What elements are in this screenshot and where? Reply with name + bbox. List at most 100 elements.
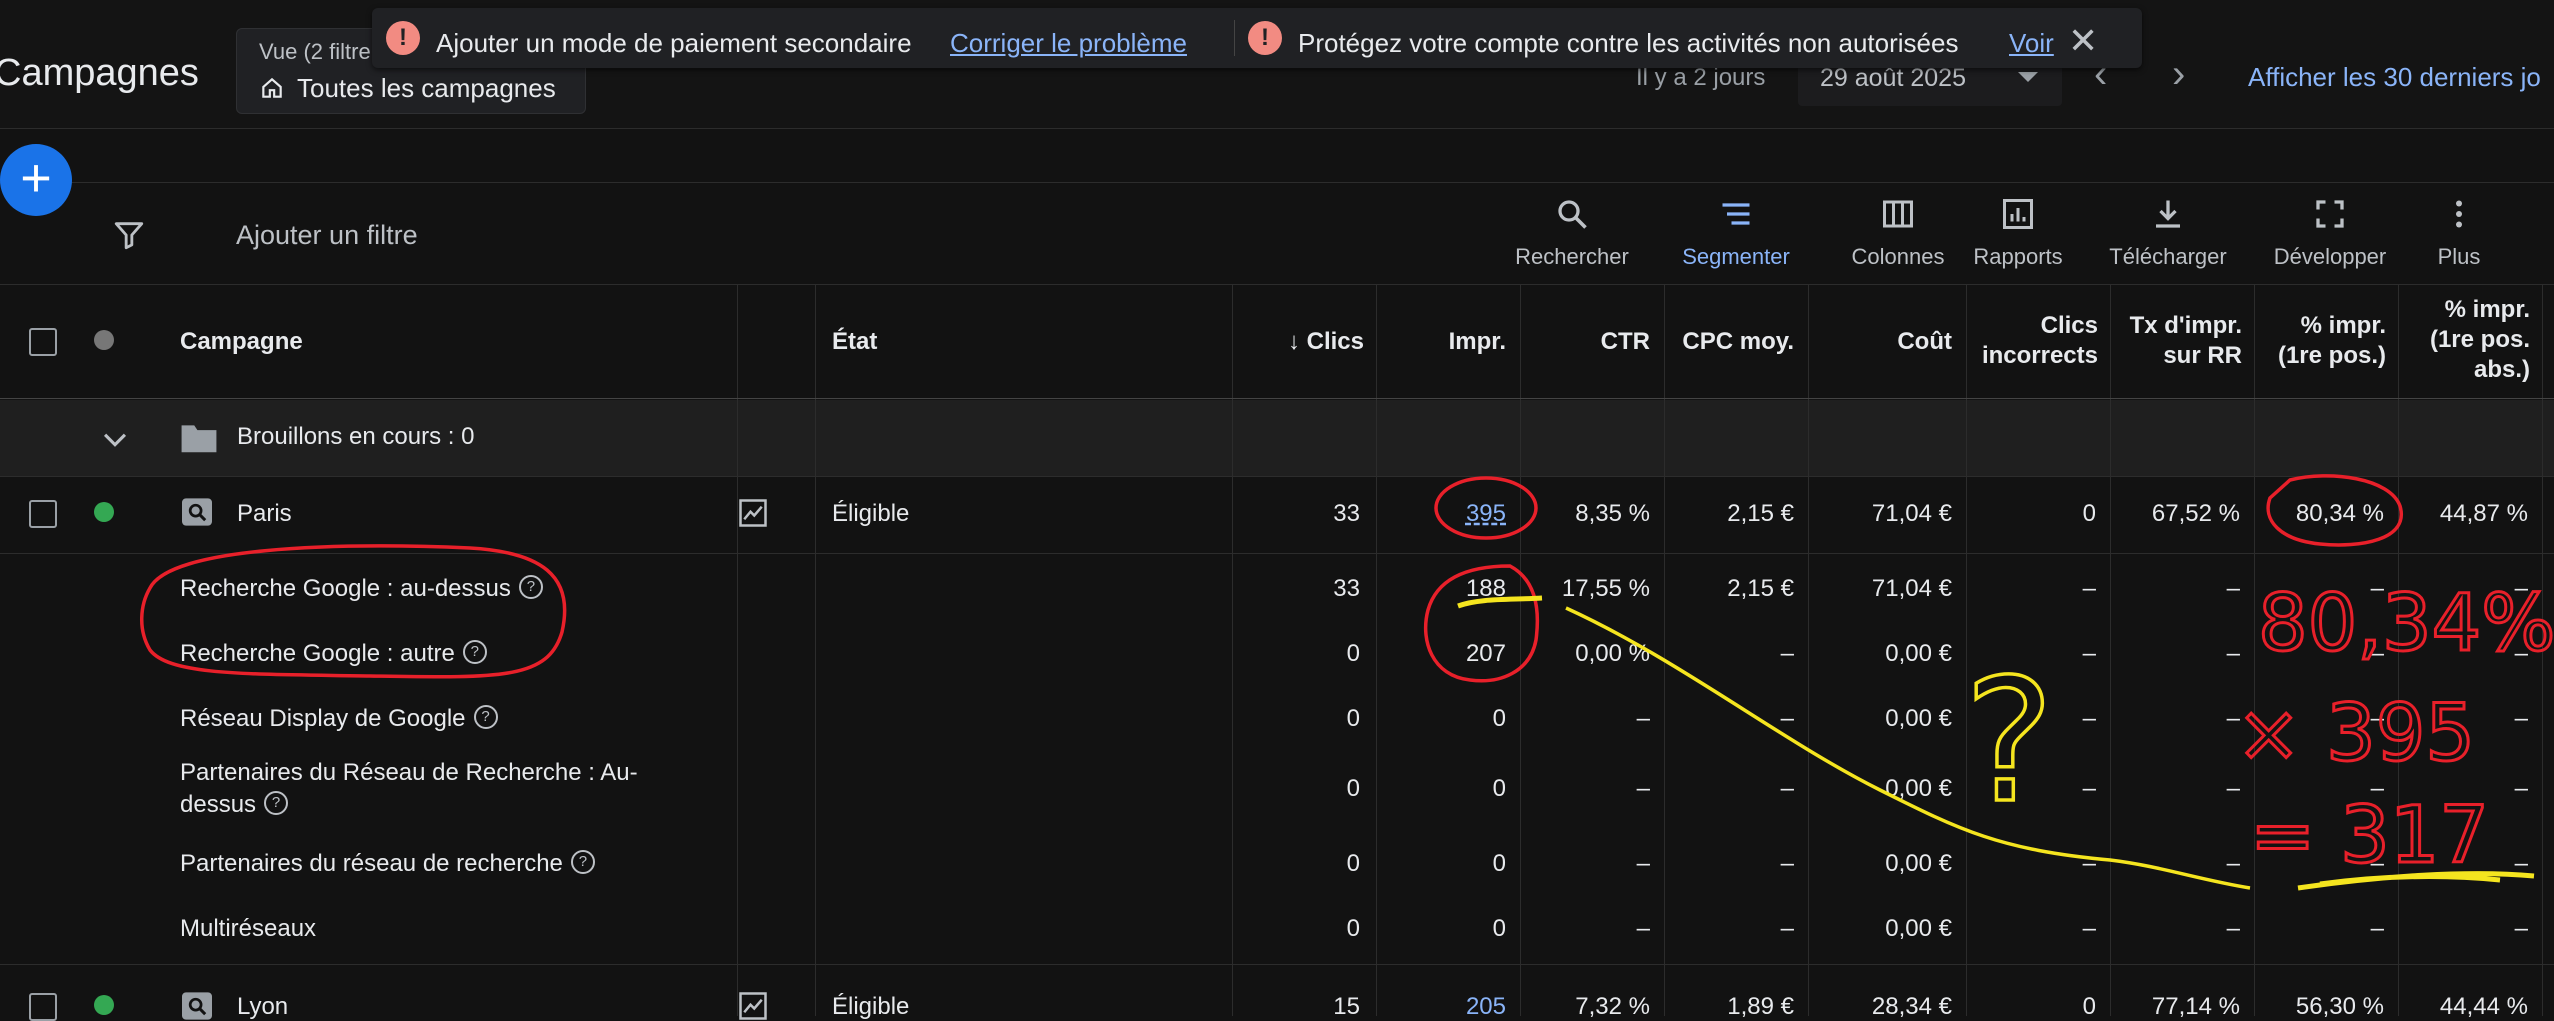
toolbar-label: Télécharger xyxy=(2109,244,2227,269)
toolbar-reports[interactable]: Rapports xyxy=(1968,196,2068,280)
cell-impr: 0 xyxy=(1492,705,1506,732)
status-dot-header xyxy=(94,330,114,350)
notification-security-text: Protégez votre compte contre les activit… xyxy=(1298,28,1959,58)
cell-cpc: – xyxy=(1780,640,1794,667)
column-header-impr[interactable]: Impr. xyxy=(1386,327,1506,357)
chart-icon[interactable] xyxy=(738,991,768,1021)
segment-label: Multiréseaux xyxy=(180,915,317,942)
filter-icon[interactable] xyxy=(112,218,146,252)
column-header-status[interactable]: État xyxy=(832,327,877,357)
cell-rr: – xyxy=(2226,915,2240,942)
column-header-label: Clics xyxy=(1306,328,1364,355)
help-icon[interactable]: ? xyxy=(462,640,487,664)
cell-invalid: – xyxy=(2082,575,2096,602)
cell-cpc: – xyxy=(1780,915,1794,942)
help-icon[interactable]: ? xyxy=(264,791,289,815)
column-header-clicks[interactable]: ↓ Clics xyxy=(1272,327,1364,357)
cell-rr: – xyxy=(2226,640,2240,667)
column-header-cost[interactable]: Coût xyxy=(1818,327,1952,357)
column-header-campaign[interactable]: Campagne xyxy=(180,327,303,357)
page-title: Campagnes xyxy=(0,52,199,94)
cell-ctr: 0,00 % xyxy=(1575,640,1650,667)
add-campaign-button[interactable]: + xyxy=(0,144,72,216)
cell-abs: – xyxy=(2514,850,2528,877)
cell-rr: – xyxy=(2226,850,2240,877)
grid-line xyxy=(2254,285,2255,1016)
header-line: abs.) xyxy=(2473,356,2530,383)
header-line: (1re pos.) xyxy=(2277,342,2386,369)
column-header-invalid-clicks[interactable]: Clics incorrects xyxy=(1970,311,2098,371)
show-last-30-days-link[interactable]: Afficher les 30 derniers jo xyxy=(2248,62,2541,93)
chevron-right-icon[interactable]: › xyxy=(2172,52,2185,97)
header-line: % impr. xyxy=(2444,296,2530,323)
cell-rr: – xyxy=(2226,775,2240,802)
grid-line xyxy=(1966,285,1967,1016)
cell-ctr: 8,35 % xyxy=(1575,500,1650,527)
chart-icon[interactable] xyxy=(738,498,768,528)
row-checkbox[interactable] xyxy=(29,993,57,1021)
column-header-abs-top-impr[interactable]: % impr. (1re pos. abs.) xyxy=(2404,295,2530,385)
row-divider xyxy=(0,553,2554,554)
toolbar-expand[interactable]: Développer xyxy=(2260,196,2400,280)
segment-text: Recherche Google : autre xyxy=(180,640,455,667)
toolbar-download[interactable]: Télécharger xyxy=(2104,196,2232,280)
cell-rr: 77,14 % xyxy=(2151,993,2240,1020)
cell-cpc: – xyxy=(1780,705,1794,732)
cell-top: – xyxy=(2370,915,2384,942)
help-icon[interactable]: ? xyxy=(570,850,595,874)
toolbar-label: Plus xyxy=(2437,244,2481,269)
add-filter-input[interactable]: Ajouter un filtre xyxy=(236,220,418,251)
status-dot-eligible xyxy=(94,995,114,1015)
segment-label: Recherche Google : au-dessus? xyxy=(180,575,543,603)
cell-impr-link[interactable]: 205 xyxy=(1396,993,1506,1021)
grid-line xyxy=(2542,285,2543,1016)
column-header-top-impr[interactable]: % impr. (1re pos.) xyxy=(2260,311,2386,371)
column-header-ctr[interactable]: CTR xyxy=(1530,327,1650,357)
toolbar-columns[interactable]: Colonnes xyxy=(1830,196,1966,280)
campaign-link-paris[interactable]: Paris xyxy=(237,500,292,528)
toolbar-label: Colonnes xyxy=(1851,244,1945,269)
grid-line xyxy=(1232,285,1233,1016)
segment-label: Réseau Display de Google? xyxy=(180,705,498,733)
cell-clicks: 0 xyxy=(1346,850,1360,877)
segment-label-line2: dessus? xyxy=(180,791,289,819)
cell-top: 56,30 % xyxy=(2295,993,2384,1020)
column-header-cpc[interactable]: CPC moy. xyxy=(1668,327,1794,357)
cell-impr: 0 xyxy=(1492,775,1506,802)
chevron-down-icon[interactable] xyxy=(98,422,132,456)
notification-bar: ! Ajouter un mode de paiement secondaire… xyxy=(372,8,2142,68)
header-line: (1re pos. xyxy=(2429,326,2530,353)
help-icon[interactable]: ? xyxy=(518,575,543,599)
cell-impr-link[interactable]: 395 xyxy=(1396,500,1506,528)
close-icon[interactable]: ✕ xyxy=(2068,20,2098,62)
column-header-rr[interactable]: Tx d'impr. sur RR xyxy=(2114,311,2242,371)
row-divider xyxy=(0,964,2554,965)
help-icon[interactable]: ? xyxy=(473,705,498,729)
select-all-checkbox[interactable] xyxy=(29,328,57,356)
caret-down-icon xyxy=(2018,72,2038,82)
cell-top: – xyxy=(2370,850,2384,877)
reports-icon xyxy=(2003,199,2033,229)
segment-text: Réseau Display de Google xyxy=(180,705,466,732)
cell-invalid: 0 xyxy=(2082,993,2096,1020)
cell-abs: – xyxy=(2514,915,2528,942)
toolbar-segment[interactable]: Segmenter xyxy=(1666,196,1806,280)
row-checkbox[interactable] xyxy=(29,500,57,528)
grid-line xyxy=(1808,285,1809,1016)
view-label: Vue (2 filtre xyxy=(259,39,371,64)
cell-invalid: – xyxy=(2082,640,2096,667)
view-link[interactable]: Voir xyxy=(2009,28,2054,59)
header-line: incorrects xyxy=(1981,342,2098,369)
more-icon xyxy=(2456,200,2462,228)
cell-clicks: 0 xyxy=(1346,705,1360,732)
segment-text: Recherche Google : au-dessus xyxy=(180,575,511,602)
toolbar-more[interactable]: Plus xyxy=(2424,196,2494,280)
cell-cpc: 2,15 € xyxy=(1727,500,1794,527)
campaign-link-lyon[interactable]: Lyon xyxy=(237,993,288,1021)
segment-text: Partenaires du réseau de recherche xyxy=(180,850,563,877)
cell-abs: 44,87 % xyxy=(2439,500,2528,527)
grid-line xyxy=(815,285,816,1016)
fix-problem-link[interactable]: Corriger le problème xyxy=(950,28,1187,59)
toolbar-search[interactable]: Rechercher xyxy=(1504,196,1640,280)
status-dot-eligible xyxy=(94,502,114,522)
